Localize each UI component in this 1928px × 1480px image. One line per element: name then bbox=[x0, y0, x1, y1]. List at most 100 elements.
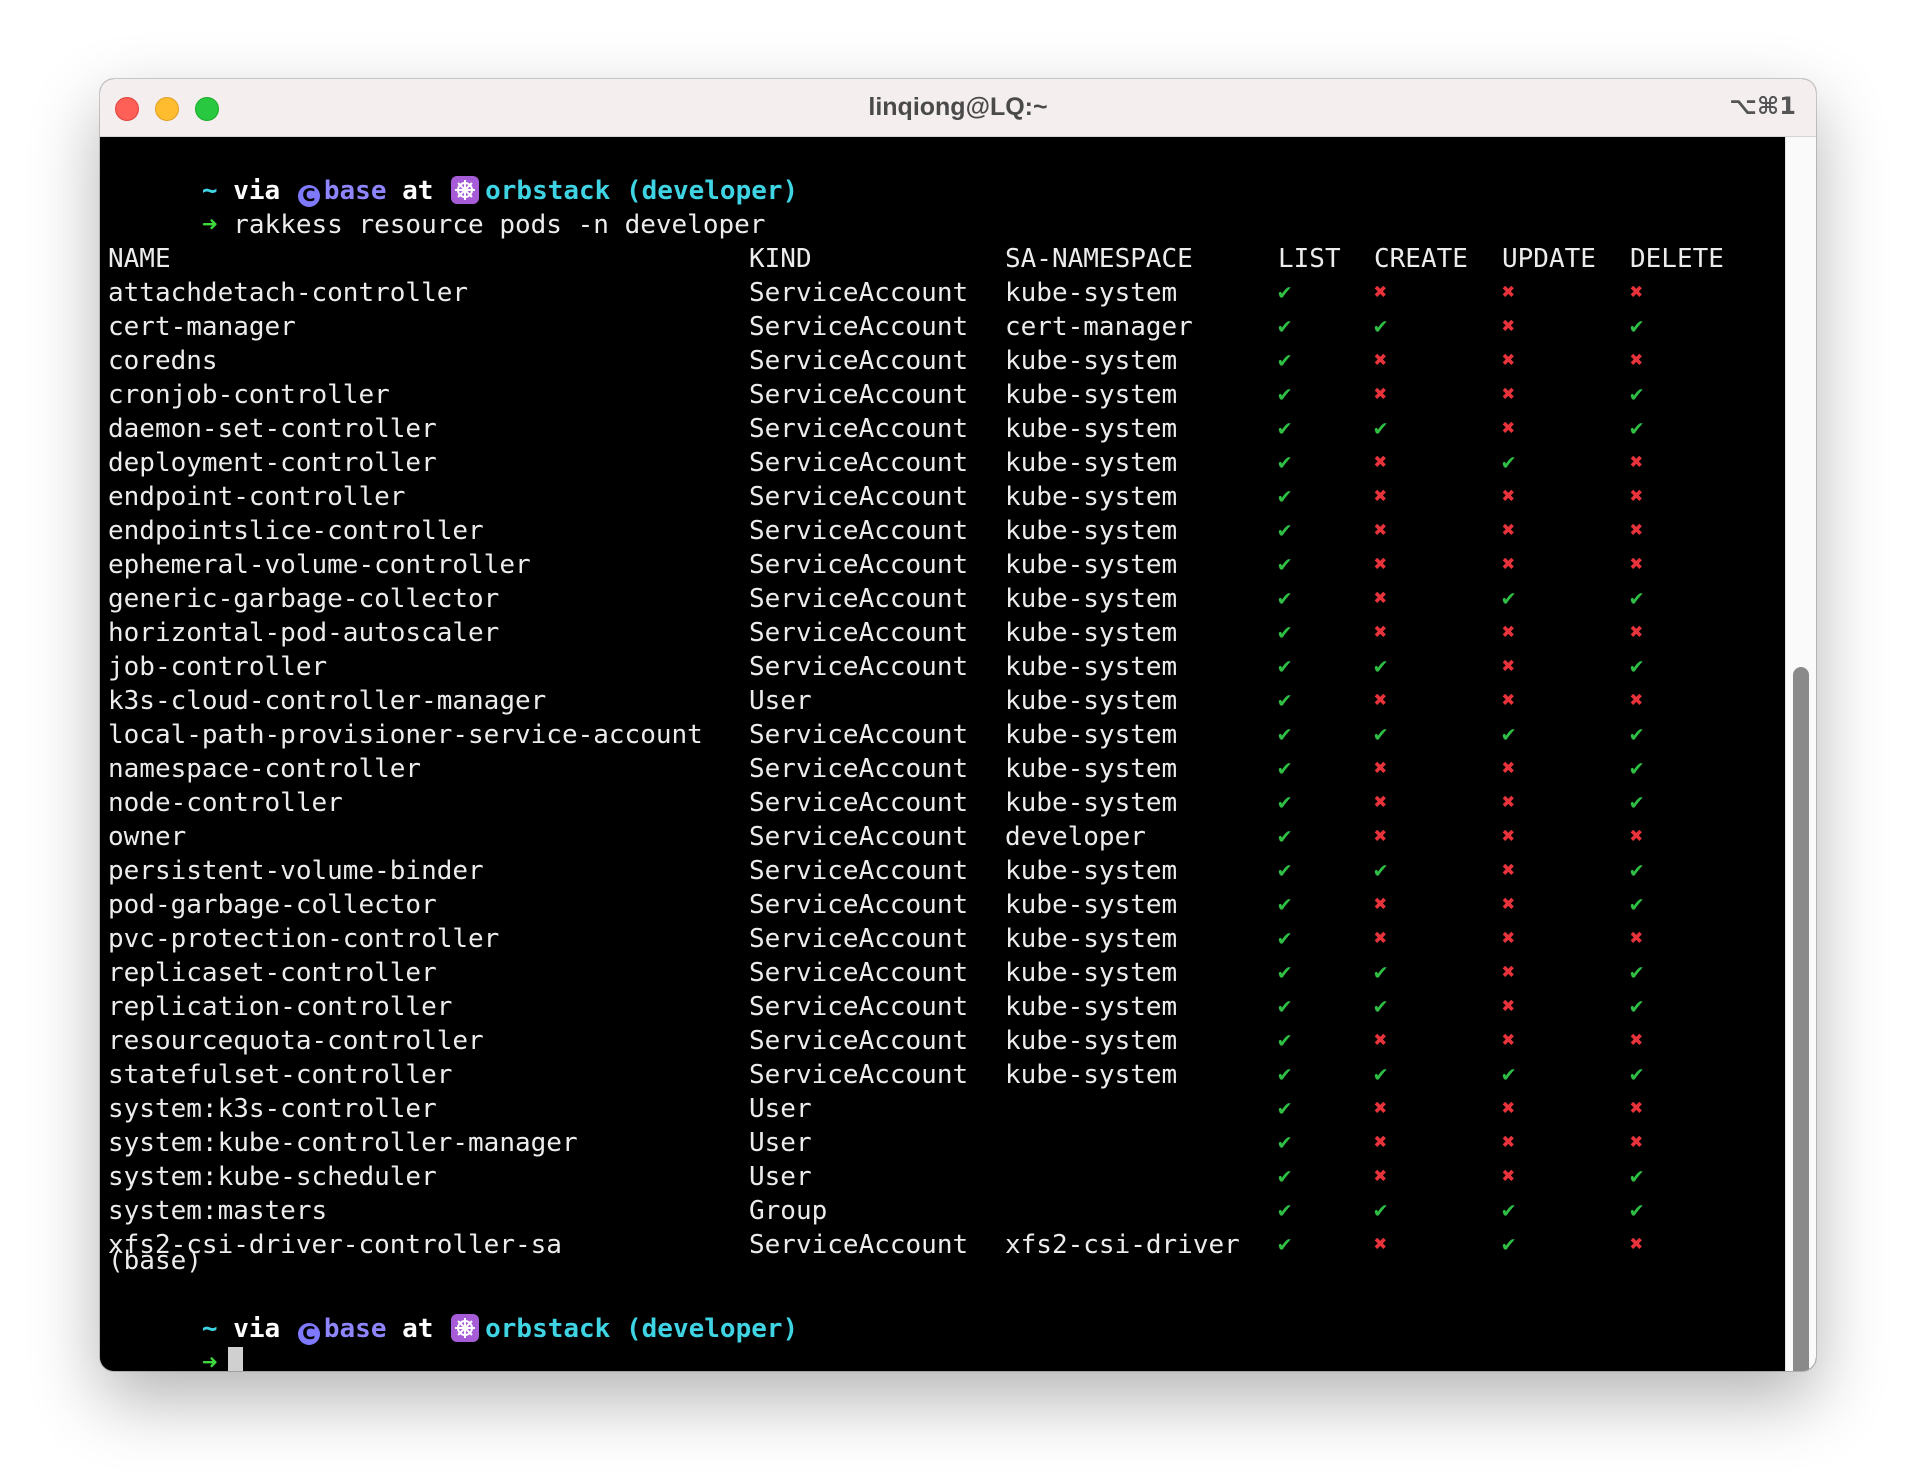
text-cursor bbox=[227, 1347, 243, 1371]
row-name: resourcequota-controller bbox=[108, 1026, 484, 1056]
row-delete-permission: ✖ bbox=[1630, 688, 1644, 713]
row-name: horizontal-pod-autoscaler bbox=[108, 618, 500, 648]
row-name: daemon-set-controller bbox=[108, 414, 437, 444]
row-kind: ServiceAccount bbox=[749, 1026, 969, 1056]
table-row: attachdetach-controller ServiceAccount kub… bbox=[108, 276, 1788, 310]
scrollbar-thumb[interactable] bbox=[1793, 667, 1809, 1371]
row-sa-namespace: xfs2-csi-driver bbox=[1005, 1230, 1240, 1260]
row-sa-namespace: kube-system bbox=[1005, 448, 1178, 478]
row-name: k3s-cloud-controller-manager bbox=[108, 686, 547, 716]
table-row: system:kube-scheduler User ✔ ✖ ✖ ✔ bbox=[108, 1160, 1788, 1194]
row-list-permission: ✔ bbox=[1278, 1028, 1292, 1053]
row-name: statefulset-controller bbox=[108, 1060, 453, 1090]
row-name: persistent-volume-binder bbox=[108, 856, 484, 886]
row-create-permission: ✔ bbox=[1374, 1198, 1388, 1223]
row-sa-namespace: kube-system bbox=[1005, 550, 1178, 580]
row-kind: Group bbox=[749, 1196, 828, 1226]
row-kind: ServiceAccount bbox=[749, 312, 969, 342]
row-name: replication-controller bbox=[108, 992, 453, 1022]
header-name: NAME bbox=[108, 244, 171, 274]
row-delete-permission: ✖ bbox=[1630, 620, 1644, 645]
row-name: generic-garbage-collector bbox=[108, 584, 500, 614]
row-kind: ServiceAccount bbox=[749, 958, 969, 988]
row-delete-permission: ✔ bbox=[1630, 790, 1644, 815]
table-row: replication-controller ServiceAccount kube… bbox=[108, 990, 1788, 1024]
row-kind: ServiceAccount bbox=[749, 652, 969, 682]
row-list-permission: ✔ bbox=[1278, 1198, 1292, 1223]
table-row: system:kube-controller-manager User ✔ ✖ ✖ ✖ bbox=[108, 1126, 1788, 1160]
row-create-permission: ✖ bbox=[1374, 450, 1388, 475]
row-sa-namespace: kube-system bbox=[1005, 890, 1178, 920]
row-create-permission: ✖ bbox=[1374, 756, 1388, 781]
table-row: endpoint-controller ServiceAccount kube-sy… bbox=[108, 480, 1788, 514]
table-row: pod-garbage-collector ServiceAccount kube-… bbox=[108, 888, 1788, 922]
row-update-permission: ✖ bbox=[1502, 756, 1516, 781]
header-update: UPDATE bbox=[1502, 244, 1596, 274]
row-delete-permission: ✔ bbox=[1630, 382, 1644, 407]
row-create-permission: ✔ bbox=[1374, 722, 1388, 747]
row-list-permission: ✔ bbox=[1278, 1096, 1292, 1121]
row-sa-namespace: cert-manager bbox=[1005, 312, 1193, 342]
row-list-permission: ✔ bbox=[1278, 450, 1292, 475]
row-list-permission: ✔ bbox=[1278, 858, 1292, 883]
row-create-permission: ✖ bbox=[1374, 1164, 1388, 1189]
row-update-permission: ✖ bbox=[1502, 518, 1516, 543]
row-delete-permission: ✔ bbox=[1630, 1164, 1644, 1189]
row-update-permission: ✖ bbox=[1502, 1164, 1516, 1189]
row-delete-permission: ✔ bbox=[1630, 1198, 1644, 1223]
row-list-permission: ✔ bbox=[1278, 994, 1292, 1019]
row-update-permission: ✖ bbox=[1502, 1028, 1516, 1053]
table-row: generic-garbage-collector ServiceAccount k… bbox=[108, 582, 1788, 616]
row-delete-permission: ✖ bbox=[1630, 824, 1644, 849]
row-sa-namespace: kube-system bbox=[1005, 516, 1178, 546]
row-create-permission: ✖ bbox=[1374, 518, 1388, 543]
input-line[interactable]: ➜ bbox=[108, 1312, 243, 1371]
row-sa-namespace: kube-system bbox=[1005, 1060, 1178, 1090]
row-delete-permission: ✔ bbox=[1630, 892, 1644, 917]
row-create-permission: ✖ bbox=[1374, 688, 1388, 713]
row-create-permission: ✖ bbox=[1374, 926, 1388, 951]
terminal-content[interactable]: ~ via Cbase at orbstack (developer) ➜ ra… bbox=[100, 137, 1816, 1371]
row-kind: ServiceAccount bbox=[749, 618, 969, 648]
row-update-permission: ✖ bbox=[1502, 858, 1516, 883]
row-kind: ServiceAccount bbox=[749, 822, 969, 852]
row-delete-permission: ✖ bbox=[1630, 280, 1644, 305]
kubernetes-helm-icon bbox=[451, 1314, 480, 1342]
row-delete-permission: ✖ bbox=[1630, 1096, 1644, 1121]
row-name: job-controller bbox=[108, 652, 328, 682]
row-list-permission: ✔ bbox=[1278, 688, 1292, 713]
row-kind: ServiceAccount bbox=[749, 890, 969, 920]
row-update-permission: ✖ bbox=[1502, 892, 1516, 917]
row-sa-namespace: kube-system bbox=[1005, 1026, 1178, 1056]
row-list-permission: ✔ bbox=[1278, 790, 1292, 815]
row-list-permission: ✔ bbox=[1278, 892, 1292, 917]
table-row: k3s-cloud-controller-manager User kube-sys… bbox=[108, 684, 1788, 718]
row-name: system:kube-scheduler bbox=[108, 1162, 437, 1192]
row-list-permission: ✔ bbox=[1278, 926, 1292, 951]
row-list-permission: ✔ bbox=[1278, 824, 1292, 849]
row-create-permission: ✔ bbox=[1374, 960, 1388, 985]
row-update-permission: ✖ bbox=[1502, 314, 1516, 339]
row-name: ephemeral-volume-controller bbox=[108, 550, 531, 580]
row-create-permission: ✖ bbox=[1374, 1028, 1388, 1053]
row-name: endpoint-controller bbox=[108, 482, 406, 512]
table-row: daemon-set-controller ServiceAccount kube-… bbox=[108, 412, 1788, 446]
row-sa-namespace: kube-system bbox=[1005, 924, 1178, 954]
row-update-permission: ✖ bbox=[1502, 654, 1516, 679]
header-sa-namespace: SA-NAMESPACE bbox=[1005, 244, 1193, 274]
row-delete-permission: ✔ bbox=[1630, 960, 1644, 985]
row-delete-permission: ✔ bbox=[1630, 858, 1644, 883]
scrollbar-track[interactable] bbox=[1785, 137, 1816, 1371]
row-kind: User bbox=[749, 1128, 812, 1158]
header-delete: DELETE bbox=[1630, 244, 1724, 274]
row-create-permission: ✖ bbox=[1374, 484, 1388, 509]
row-kind: User bbox=[749, 686, 812, 716]
prompt-conda-env: base bbox=[323, 1314, 387, 1344]
row-create-permission: ✖ bbox=[1374, 552, 1388, 577]
table-row: job-controller ServiceAccount kube-system ✔… bbox=[108, 650, 1788, 684]
row-update-permission: ✖ bbox=[1502, 790, 1516, 815]
row-create-permission: ✖ bbox=[1374, 892, 1388, 917]
row-kind: ServiceAccount bbox=[749, 414, 969, 444]
row-update-permission: ✖ bbox=[1502, 280, 1516, 305]
table-row: replicaset-controller ServiceAccount kube-… bbox=[108, 956, 1788, 990]
